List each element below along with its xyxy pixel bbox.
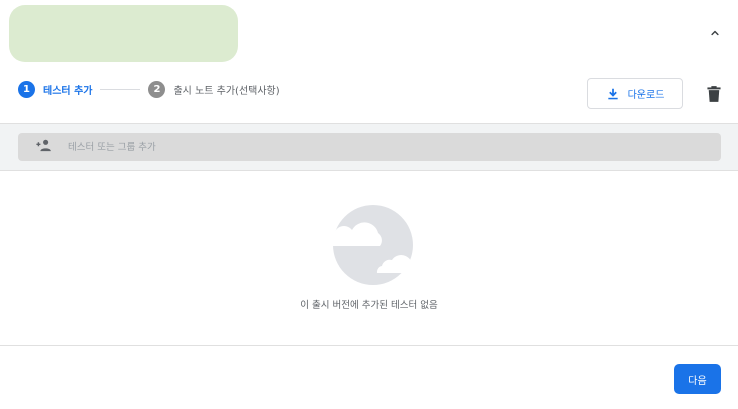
delete-button[interactable] xyxy=(706,85,722,103)
download-label: 다운로드 xyxy=(627,90,665,101)
trash-icon xyxy=(707,86,721,102)
download-icon xyxy=(606,87,620,101)
cloud-illustration xyxy=(320,204,420,288)
add-testers-band xyxy=(0,123,738,171)
add-person-icon xyxy=(36,139,52,155)
add-tester-input[interactable] xyxy=(66,140,670,154)
step-connector xyxy=(100,88,141,90)
step-1-number[interactable]: 1 xyxy=(18,80,35,98)
download-button[interactable]: 다운로드 xyxy=(587,78,683,109)
step-1-label[interactable]: 테스터 추가 xyxy=(43,82,92,97)
stepper: 1 테스터 추가 2 출시 노트 추가(선택사항) xyxy=(18,80,280,98)
empty-state-message: 이 출시 버전에 추가된 테스터 없음 xyxy=(300,300,438,311)
header-banner xyxy=(9,5,238,62)
add-tester-field[interactable] xyxy=(18,133,721,161)
step-2-number[interactable]: 2 xyxy=(148,80,166,98)
step-2-label[interactable]: 출시 노트 추가(선택사항) xyxy=(173,82,279,97)
next-button[interactable]: 다음 xyxy=(674,364,721,394)
footer-divider xyxy=(0,345,738,346)
chevron-up-icon xyxy=(711,30,719,36)
collapse-button[interactable] xyxy=(704,22,726,44)
